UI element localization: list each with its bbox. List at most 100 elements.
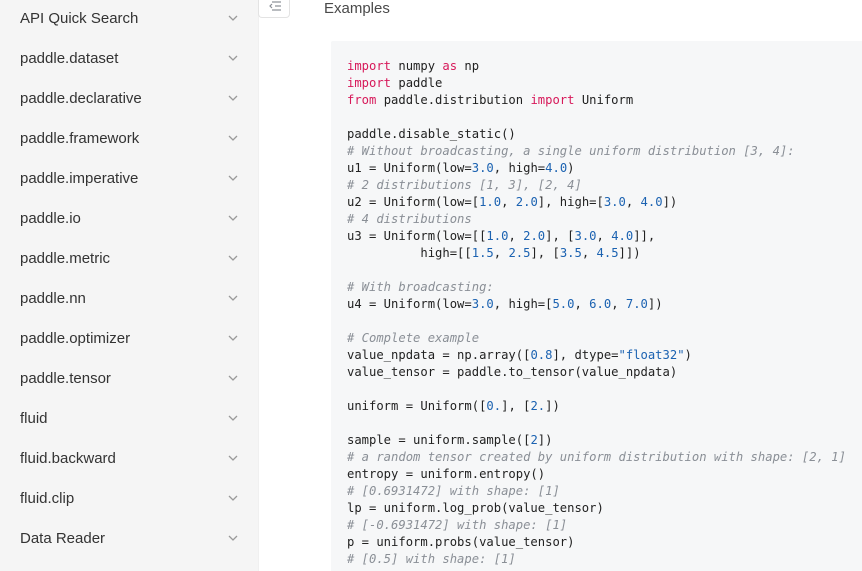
code-line: high=[[1.5, 2.5], [3.5, 4.5]]) (347, 245, 846, 262)
code-text: ]) (662, 195, 678, 209)
sidebar-item-data-reader[interactable]: Data Reader (0, 518, 258, 558)
code-literal: 0.8 (530, 348, 553, 362)
sidebar-item-label: fluid.backward (20, 449, 116, 467)
code-literal: 3.0 (574, 229, 597, 243)
code-keyword: from (347, 93, 377, 107)
code-literal: 0. (486, 399, 502, 413)
code-text: , (501, 195, 516, 209)
chevron-down-icon[interactable] (227, 332, 239, 344)
chevron-down-icon[interactable] (227, 172, 239, 184)
chevron-down-icon[interactable] (227, 372, 239, 384)
code-literal: 2 (530, 433, 538, 447)
sidebar-item-paddle-io[interactable]: paddle.io (0, 198, 258, 238)
code-literal: 2.5 (508, 246, 531, 260)
chevron-down-icon[interactable] (227, 292, 239, 304)
code-line: u1 = Uniform(low=3.0, high=4.0) (347, 160, 846, 177)
sidebar-item-label: fluid.clip (20, 489, 75, 507)
chevron-down-icon[interactable] (227, 92, 239, 104)
code-text: value_tensor = paddle.to_tensor(value_np… (347, 365, 678, 379)
sidebar-item-fluid[interactable]: fluid (0, 398, 258, 438)
code-literal: 1.5 (471, 246, 494, 260)
code-comment: # [0.5] with shape: [1] (347, 552, 516, 566)
code-text: np (457, 59, 480, 73)
sidebar-item-label: API Quick Search (20, 9, 139, 27)
code-comment: # 2 distributions [1, 3], [2, 4] (347, 178, 582, 192)
toc-toggle-button[interactable] (258, 0, 290, 18)
code-keyword: import (530, 93, 575, 107)
chevron-down-icon[interactable] (227, 132, 239, 144)
code-line: u3 = Uniform(low=[[1.0, 2.0], [3.0, 4.0]… (347, 228, 846, 245)
code-literal: 3.0 (471, 297, 494, 311)
code-text: , (581, 246, 597, 260)
code-text: high=[[ (347, 246, 472, 260)
sidebar-item-fluid-backward[interactable]: fluid.backward (0, 438, 258, 478)
sidebar-divider (258, 0, 259, 571)
sidebar-item-paddle-nn[interactable]: paddle.nn (0, 278, 258, 318)
code-line: paddle.disable_static() (347, 126, 846, 143)
code-text: ], high=[ (537, 195, 604, 209)
code-text: paddle (391, 76, 443, 90)
sidebar-item-paddle-declarative[interactable]: paddle.declarative (0, 78, 258, 118)
chevron-down-icon[interactable] (227, 452, 239, 464)
chevron-down-icon[interactable] (227, 492, 239, 504)
code-line: u2 = Uniform(low=[1.0, 2.0], high=[3.0, … (347, 194, 846, 211)
code-text: numpy (391, 59, 443, 73)
code-literal: 2.0 (523, 229, 546, 243)
sidebar-item-paddle-metric[interactable]: paddle.metric (0, 238, 258, 278)
code-literal: 4.0 (545, 161, 568, 175)
code-keyword: as (442, 59, 458, 73)
sidebar-item-paddle-framework[interactable]: paddle.framework (0, 118, 258, 158)
code-text: ) (684, 348, 692, 362)
code-comment: # With broadcasting: (347, 280, 494, 294)
code-line: u4 = Uniform(low=3.0, high=[5.0, 6.0, 7.… (347, 296, 846, 313)
code-literal: 4.5 (596, 246, 619, 260)
code-line: # [-0.6931472] with shape: [1] (347, 517, 846, 534)
sidebar-item-paddle-optimizer[interactable]: paddle.optimizer (0, 318, 258, 358)
code-text: u2 = Uniform(low=[ (347, 195, 480, 209)
code-text: , (611, 297, 626, 311)
code-text: entropy = uniform.entropy() (347, 467, 546, 481)
sidebar-item-api-quick-search[interactable]: API Quick Search (0, 0, 258, 38)
chevron-down-icon[interactable] (227, 252, 239, 264)
chevron-down-icon[interactable] (227, 212, 239, 224)
code-literal: 1.0 (479, 195, 502, 209)
code-comment: # a random tensor created by uniform dis… (347, 450, 846, 464)
sidebar-item-paddle-tensor[interactable]: paddle.tensor (0, 358, 258, 398)
code-literal: 1.0 (486, 229, 509, 243)
code-literal: 4.0 (640, 195, 663, 209)
code-literal: 6.0 (589, 297, 612, 311)
code-keyword: import (347, 59, 392, 73)
chevron-down-icon[interactable] (227, 12, 239, 24)
sidebar-item-label: paddle.metric (20, 249, 111, 267)
code-text: ], [ (530, 246, 560, 260)
code-text: u4 = Uniform(low= (347, 297, 472, 311)
code-line: # Complete example (347, 330, 846, 347)
code-text: u3 = Uniform(low=[[ (347, 229, 487, 243)
sidebar-item-label: Data Reader (20, 529, 106, 547)
code-comment: # 4 distributions (347, 212, 472, 226)
chevron-down-icon[interactable] (227, 532, 239, 544)
code-line: import numpy as np (347, 58, 846, 75)
code-literal: "float32" (618, 348, 685, 362)
sidebar-item-label: paddle.nn (20, 289, 86, 307)
code-literal: 4.0 (611, 229, 634, 243)
code-text: sample = uniform.sample([ (347, 433, 531, 447)
sidebar-item-label: paddle.io (20, 209, 81, 227)
chevron-down-icon[interactable] (227, 412, 239, 424)
sidebar-item-fluid-clip[interactable]: fluid.clip (0, 478, 258, 518)
chevron-down-icon[interactable] (227, 52, 239, 64)
code-line: # 2 distributions [1, 3], [2, 4] (347, 177, 846, 194)
code-line: # Without broadcasting, a single uniform… (347, 143, 846, 160)
sidebar-nav: API Quick Search paddle.dataset paddle.dec… (0, 0, 258, 571)
code-text: ], [ (501, 399, 531, 413)
sidebar-item-label: paddle.framework (20, 129, 140, 147)
sidebar-item-paddle-imperative[interactable]: paddle.imperative (0, 158, 258, 198)
code-comment: # Without broadcasting, a single uniform… (347, 144, 795, 158)
code-text: , (493, 246, 509, 260)
sidebar-item-paddle-dataset[interactable]: paddle.dataset (0, 38, 258, 78)
code-literal: 3.0 (603, 195, 626, 209)
